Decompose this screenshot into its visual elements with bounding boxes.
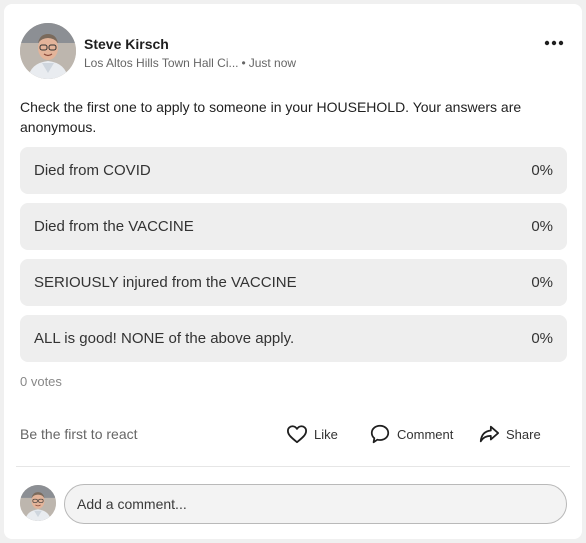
like-button[interactable]: Like <box>286 422 338 446</box>
poll-option-label: SERIOUSLY injured from the VACCINE <box>34 274 297 291</box>
share-icon <box>479 425 500 443</box>
reaction-bar: Be the first to react Like Comment Share <box>20 422 566 446</box>
poll-option[interactable]: SERIOUSLY injured from the VACCINE 0% <box>20 259 567 306</box>
vote-count: 0 votes <box>20 374 62 389</box>
poll-option-percent: 0% <box>531 218 553 235</box>
share-button[interactable]: Share <box>478 422 541 446</box>
comment-input[interactable] <box>64 484 567 524</box>
poll-option-percent: 0% <box>531 330 553 347</box>
poll-option[interactable]: Died from COVID 0% <box>20 147 567 194</box>
author-avatar[interactable] <box>20 23 76 79</box>
meta-separator: • <box>241 56 246 70</box>
more-icon[interactable] <box>542 33 566 53</box>
share-label: Share <box>506 426 541 442</box>
comment-label: Comment <box>397 426 454 442</box>
poll-option-percent: 0% <box>531 274 553 291</box>
divider <box>16 466 570 467</box>
post-time: Just now <box>248 56 297 70</box>
poll-option[interactable]: Died from the VACCINE 0% <box>20 203 567 250</box>
poll-option-label: Died from the VACCINE <box>34 218 194 235</box>
poll-option[interactable]: ALL is good! NONE of the above apply. 0% <box>20 315 567 362</box>
comment-icon <box>370 424 390 444</box>
author-name[interactable]: Steve Kirsch <box>84 36 169 52</box>
poll-option-label: ALL is good! NONE of the above apply. <box>34 330 295 347</box>
poll-option-label: Died from COVID <box>34 162 151 179</box>
post-location[interactable]: Los Altos Hills Town Hall Ci... <box>84 56 239 70</box>
user-avatar[interactable] <box>20 485 56 521</box>
like-label: Like <box>314 426 338 442</box>
like-icon <box>286 425 307 444</box>
reaction-prompt: Be the first to react <box>20 426 138 442</box>
comment-composer <box>20 484 570 524</box>
comment-button[interactable]: Comment <box>369 422 453 446</box>
post-card: Steve Kirsch Los Altos Hills Town Hall C… <box>4 4 582 539</box>
post-meta: Los Altos Hills Town Hall Ci... • Just now <box>84 56 296 70</box>
poll-question: Check the first one to apply to someone … <box>20 99 522 135</box>
poll-option-percent: 0% <box>531 162 553 179</box>
post-header: Steve Kirsch Los Altos Hills Town Hall C… <box>20 23 566 83</box>
